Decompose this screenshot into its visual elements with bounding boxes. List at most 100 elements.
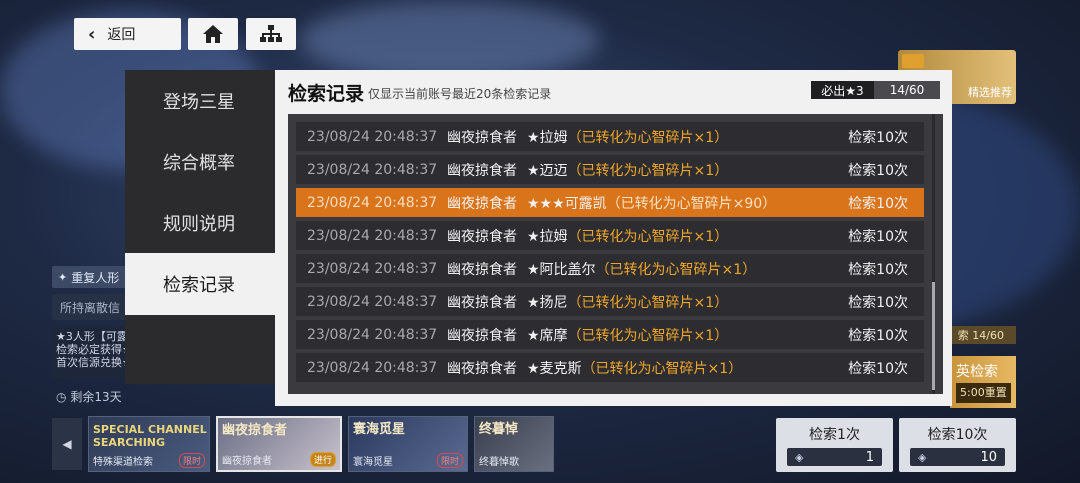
record-result: ★阿比盖尔（已转化为心智碎片×1） [527, 259, 756, 279]
list-item: 23/08/24 20:48:37 幽夜掠食者 ★拉姆（已转化为心智碎片×1） … [296, 221, 924, 250]
shard-field: 所持离散信 [52, 294, 130, 320]
record-result: ★拉姆（已转化为心智碎片×1） [527, 127, 728, 147]
list-item: 23/08/24 20:48:37 幽夜掠食者 ★席摩（已转化为心智碎片×1） … [296, 320, 924, 349]
banner-head: SPECIAL CHANNEL SEARCHING [93, 423, 207, 449]
record-doll: ★阿比盖尔 [527, 261, 596, 278]
list-item: 23/08/24 20:48:37 幽夜掠食者 ★扬尼（已转化为心智碎片×1） … [296, 287, 924, 316]
record-time: 23/08/24 20:48:37 [307, 161, 438, 178]
banner-description: ★3人形【可露凯】 检索必定获得★2以上人形 首次信源兑换★3人形 [52, 326, 130, 378]
duplicate-doll-tag[interactable]: ✦ 重复人形 [52, 266, 130, 288]
tab-featured-three-star[interactable]: 登场三星 [125, 70, 275, 131]
chevron-left-icon: ◀ [62, 437, 72, 451]
banner-tag: 限时 [178, 453, 205, 468]
elite-search-button[interactable]: 英检索 5:00重置 [950, 356, 1016, 408]
record-pool: 幽夜掠食者 [447, 294, 517, 311]
banner-name: 终暮悼歌 [479, 457, 519, 468]
search-once-button[interactable]: 检索1次 ◈ 1 [776, 418, 893, 472]
record-type: 检索10次 [848, 195, 908, 212]
record-time: 23/08/24 20:48:37 [307, 326, 438, 343]
tab-label: 登场三星 [163, 91, 235, 113]
search-once-label: 检索1次 [809, 427, 860, 443]
remaining-time: ◷ 剩余13天 [56, 388, 122, 405]
record-time: 23/08/24 20:48:37 [307, 227, 438, 244]
back-button[interactable]: ‹ 返回 [74, 18, 181, 50]
record-doll: ★麦克斯 [527, 360, 582, 377]
record-doll: ★扬尼 [527, 294, 568, 311]
new-badge [902, 54, 924, 68]
record-conversion: （已转化为心智碎片×1） [567, 327, 729, 344]
record-type: 检索10次 [848, 261, 908, 278]
record-conversion: （已转化为心智碎片×1） [567, 294, 729, 311]
banner-night-predator[interactable]: 幽夜掠食者 幽夜掠食者 进行 [216, 416, 342, 472]
panel-subtitle: 仅显示当前账号最近20条检索记录 [368, 87, 552, 101]
record-pool: 幽夜掠食者 [447, 129, 517, 146]
banner-head: 幽夜掠食者 [222, 423, 288, 438]
tab-search-records[interactable]: 检索记录 [125, 253, 275, 315]
record-conversion: （已转化为心智碎片×1） [581, 360, 743, 377]
tab-rules[interactable]: 规则说明 [125, 192, 275, 253]
record-type: 检索10次 [848, 129, 908, 146]
banner-head: 寰海觅星 [353, 422, 406, 437]
records-panel: 检索记录 仅显示当前账号最近20条检索记录 必出★3 14/60 23/08/2… [275, 70, 952, 406]
list-item: 23/08/24 20:48:37 幽夜掠食者 ★麦克斯（已转化为心智碎片×1）… [296, 353, 924, 382]
record-result: ★扬尼（已转化为心智碎片×1） [527, 292, 728, 312]
banner-carousel: ◀ SPECIAL CHANNEL SEARCHING 特殊渠道检索 限时 幽夜… [52, 414, 554, 474]
background-glow [300, 0, 600, 80]
record-type: 检索10次 [848, 228, 908, 245]
chevron-left-icon: ‹ [88, 23, 96, 45]
recommend-label: 精选推荐 [968, 86, 1012, 99]
record-conversion: （已转化为心智碎片×1） [567, 162, 729, 179]
cost-value: 1 [865, 449, 874, 465]
duplicate-label: 重复人形 [71, 270, 120, 285]
record-conversion: （已转化为心智碎片×1） [595, 261, 757, 278]
desc-line: ★3人形【可露凯】 [56, 330, 130, 343]
record-conversion: （已转化为心智碎片×1） [567, 129, 729, 146]
record-result: ★拉姆（已转化为心智碎片×1） [527, 226, 728, 246]
record-pool: 幽夜掠食者 [447, 261, 517, 278]
search-ten-button[interactable]: 检索10次 ◈ 10 [899, 418, 1016, 472]
desc-line: 首次信源兑换★3人形 [56, 356, 130, 369]
puzzle-icon: ✦ [58, 270, 68, 284]
tab-overall-rates[interactable]: 综合概率 [125, 131, 275, 192]
desc-line: 检索必定获得★2以上人形 [56, 343, 130, 356]
record-pool: 幽夜掠食者 [447, 195, 517, 212]
ticket-icon: ◈ [795, 450, 804, 464]
record-result: ★★★可露凯（已转化为心智碎片×90） [527, 193, 776, 213]
records-list[interactable]: 23/08/24 20:48:37 幽夜掠食者 ★拉姆（已转化为心智碎片×1） … [288, 114, 943, 394]
home-icon [203, 25, 223, 43]
elite-reset-label: 5:00重置 [956, 383, 1011, 403]
back-label: 返回 [107, 27, 136, 43]
banner-sea-star[interactable]: 寰海觅星 寰海觅星 限时 [348, 416, 468, 472]
list-item: 23/08/24 20:48:37 幽夜掠食者 ★阿比盖尔（已转化为心智碎片×1… [296, 254, 924, 283]
record-type: 检索10次 [848, 162, 908, 179]
home-button[interactable] [188, 18, 238, 50]
banner-special-channel[interactable]: SPECIAL CHANNEL SEARCHING 特殊渠道检索 限时 [88, 416, 210, 472]
banner-tag: 进行 [309, 452, 336, 467]
cost-bar: ◈ 1 [787, 448, 882, 466]
banner-tag: 限时 [436, 453, 463, 468]
banner-head: 终暮悼 [479, 422, 519, 437]
banner-dusk-elegy[interactable]: 终暮悼 终暮悼歌 [474, 416, 554, 472]
record-pool: 幽夜掠食者 [447, 360, 517, 377]
scrollbar-thumb[interactable] [932, 282, 935, 390]
record-doll: ★拉姆 [527, 129, 568, 146]
tab-label: 检索记录 [163, 275, 235, 296]
guarantee-badge: 必出★3 [811, 81, 874, 99]
record-time: 23/08/24 20:48:37 [307, 293, 438, 310]
record-time: 23/08/24 20:48:37 [307, 359, 438, 376]
list-item: 23/08/24 20:48:37 幽夜掠食者 ★拉姆（已转化为心智碎片×1） … [296, 122, 924, 151]
carousel-prev-button[interactable]: ◀ [52, 418, 82, 470]
record-pool: 幽夜掠食者 [447, 228, 517, 245]
tab-label: 规则说明 [163, 213, 235, 235]
record-pool: 幽夜掠食者 [447, 162, 517, 179]
sitemap-button[interactable] [246, 18, 296, 50]
tab-label: 综合概率 [163, 152, 235, 174]
cost-value: 10 [980, 449, 997, 465]
record-doll: ★迈迈 [527, 162, 568, 179]
record-time: 23/08/24 20:48:37 [307, 128, 438, 145]
remaining-label: 剩余13天 [70, 390, 122, 404]
record-time: 23/08/24 20:48:37 [307, 194, 438, 211]
clock-icon: ◷ [56, 390, 67, 404]
elite-label: 英检索 [956, 364, 998, 380]
cost-bar: ◈ 10 [910, 448, 1005, 466]
